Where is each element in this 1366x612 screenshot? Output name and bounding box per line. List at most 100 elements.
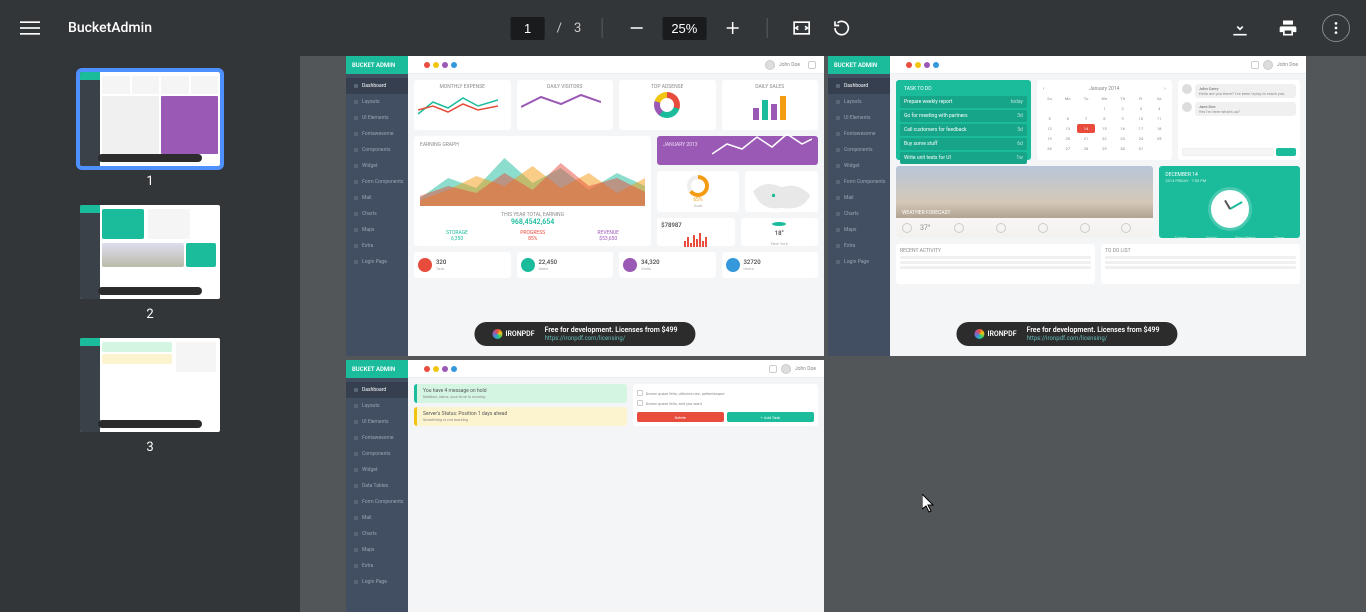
ironpdf-watermark: IRONPDF Free for development. Licenses f…: [474, 322, 695, 346]
gear-icon: [769, 365, 777, 373]
thumbnail-page-3[interactable]: [80, 338, 220, 432]
weather-icon: [902, 223, 912, 233]
notification-dots: [424, 62, 457, 68]
avatar-icon: [765, 60, 775, 70]
pdf-page-3: BUCKET ADMIN Dashboard Layouts UI Elemen…: [346, 360, 824, 612]
nav-item: Widget: [828, 158, 890, 174]
nav-item: Form Components: [828, 174, 890, 190]
nav-item: UI Elements: [828, 110, 890, 126]
dashboard-topbar: John Doe: [408, 56, 824, 74]
stat-card: 22,450Sales: [517, 252, 614, 278]
tasks-card: TASK TO DO Prepare weekly reporttoday Go…: [896, 80, 1031, 160]
nav-item: Mail: [828, 190, 890, 206]
brand-logo: BUCKET ADMIN: [346, 360, 408, 378]
download-button[interactable]: [1226, 14, 1254, 42]
nav-item: Extra: [346, 558, 408, 574]
nav-item: Maps: [346, 222, 408, 238]
nav-item: UI Elements: [346, 414, 408, 430]
dashboard-topbar: John Doe: [408, 360, 824, 378]
weather-icon: [1038, 223, 1048, 233]
user-name: John Doe: [779, 62, 800, 68]
nav-item: Extra: [828, 238, 890, 254]
nav-item: UI Elements: [346, 110, 408, 126]
weather-card: 18° New York: [741, 218, 818, 246]
zoom-in-button[interactable]: [718, 14, 746, 42]
zoom-out-button[interactable]: [622, 14, 650, 42]
pdf-toolbar: BucketAdmin / 3: [0, 0, 1366, 56]
nav-item: Data Tables: [346, 478, 408, 494]
avatar-icon: [1263, 60, 1273, 70]
nav-item: Maps: [828, 222, 890, 238]
zoom-input[interactable]: [662, 17, 706, 40]
dashboard-topbar: John Doe: [890, 56, 1306, 74]
gear-icon: [1251, 61, 1259, 69]
user-menu: John Doe: [765, 364, 816, 374]
add-task-button: + Add Task: [727, 412, 814, 422]
user-name: John Doe: [1277, 62, 1298, 68]
nav-item: Layouts: [346, 94, 408, 110]
nav-item: Charts: [346, 206, 408, 222]
nav-dashboard: Dashboard: [346, 78, 408, 94]
menu-icon[interactable]: [16, 14, 44, 42]
nav-item: Charts: [828, 206, 890, 222]
checkbox-icon: [637, 390, 643, 396]
send-button: [1276, 148, 1296, 156]
user-menu: John Doe: [1247, 60, 1298, 70]
nav-item: Form Components: [346, 174, 408, 190]
nav-item: Login Page: [346, 574, 408, 590]
nav-item: Components: [346, 142, 408, 158]
january-card: JANUARY 2013: [657, 136, 818, 165]
more-options-button[interactable]: [1322, 14, 1350, 42]
page-separator: /: [557, 21, 562, 36]
ironpdf-logo-icon: [974, 329, 984, 339]
bar-chart-icon: [726, 92, 815, 120]
circle-icon: [521, 258, 535, 272]
nav-item: Mail: [346, 190, 408, 206]
notification-dots: [424, 366, 457, 372]
weather-forecast-card: WEATHER FORECAST 37°: [896, 166, 1153, 238]
card-daily-sales: DAILY SALES: [722, 80, 819, 130]
nav-item: Form Components: [346, 494, 408, 510]
thumbnail-sidebar[interactable]: 1 2 3: [0, 56, 300, 612]
nav-item: Components: [828, 142, 890, 158]
nav-item: Components: [346, 446, 408, 462]
rotate-button[interactable]: [827, 14, 855, 42]
thumbnail-label: 1: [146, 174, 153, 189]
thumbnail-page-1[interactable]: [80, 72, 220, 166]
pdf-page-2: BUCKET ADMIN Dashboard Layouts UI Elemen…: [828, 56, 1306, 356]
goal-card: 65% Goal: [657, 171, 738, 212]
nav-item: Fontawesome: [346, 126, 408, 142]
nav-dashboard: Dashboard: [346, 382, 408, 398]
clock-card: DECEMBER 14 2014 FRIDAY · 7:53 PM Taiwan…: [1159, 166, 1300, 238]
nav-item: Mail: [346, 510, 408, 526]
recent-activity-card: RECENT ACTIVITY: [896, 244, 1095, 284]
nav-item: Maps: [346, 542, 408, 558]
todo-card: Donec quam felis, ultricies nec, pellent…: [633, 384, 818, 426]
card-daily-visitors: DAILY VISITORS: [517, 80, 614, 130]
weather-icon: [996, 223, 1006, 233]
thumbnail-label: 3: [146, 440, 153, 455]
avatar-icon: [781, 364, 791, 374]
donut-chart-icon: [654, 92, 680, 118]
nav-item: Widget: [346, 462, 408, 478]
page-viewport[interactable]: BUCKET ADMIN Dashboard Layouts UI Elemen…: [300, 56, 1366, 612]
stat-card: 320Task: [414, 252, 511, 278]
user-name: John Doe: [795, 366, 816, 372]
map-card: [745, 171, 818, 212]
page-number-input[interactable]: [511, 17, 545, 40]
print-button[interactable]: [1274, 14, 1302, 42]
avatar-icon: [1182, 84, 1192, 94]
fit-page-button[interactable]: [787, 14, 815, 42]
notification-dots: [906, 62, 939, 68]
circle-icon: [418, 258, 432, 272]
nav-item: Login Page: [346, 254, 408, 270]
nav-item: Login Page: [828, 254, 890, 270]
chat-input: [1182, 148, 1274, 156]
nav-dashboard: Dashboard: [828, 78, 890, 94]
ironpdf-logo-icon: [492, 329, 502, 339]
todo-list-card: TO DO LIST: [1101, 244, 1300, 284]
earning-graph-card: EARNING GRAPH THIS YEAR TOTAL EARNING 96…: [414, 136, 651, 246]
card-monthly-expense: MONTHLY EXPENSE: [414, 80, 511, 130]
delete-button: Delete: [637, 412, 724, 422]
thumbnail-page-2[interactable]: [80, 205, 220, 299]
